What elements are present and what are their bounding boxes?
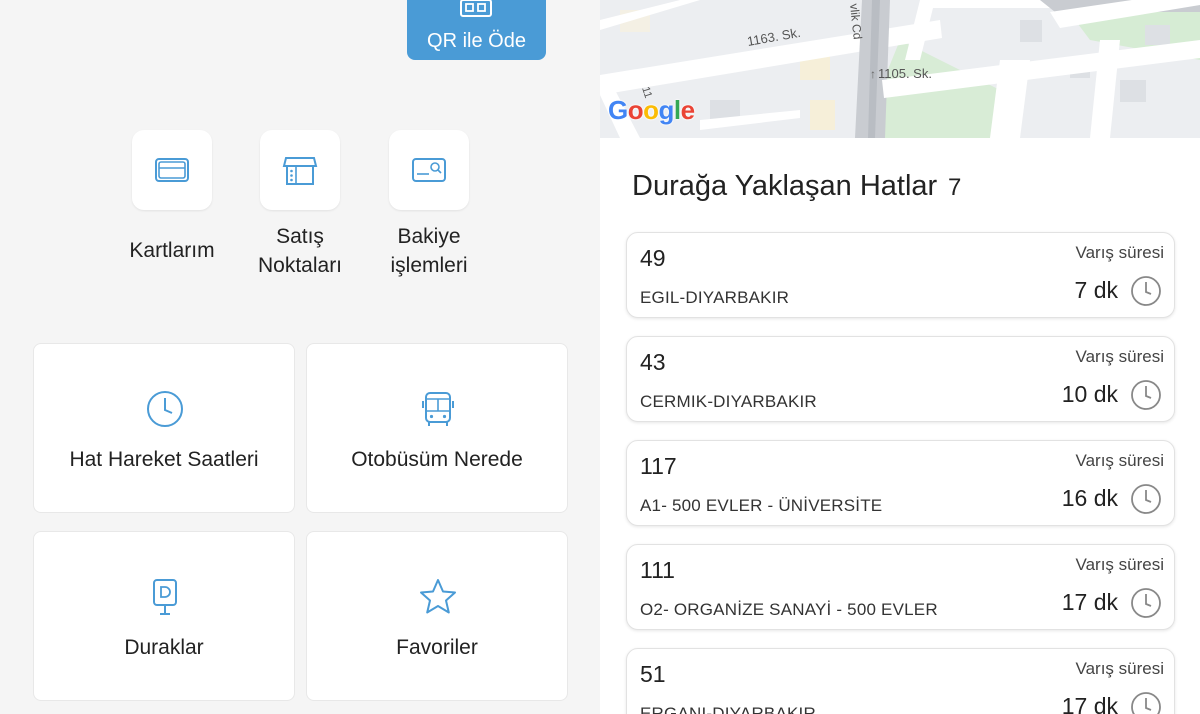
clock-icon (1131, 484, 1161, 514)
route-name: CERMIK-DIYARBAKIR (640, 392, 817, 411)
qr-scan-icon (460, 0, 492, 17)
arrival-time: 7 dk (1074, 277, 1118, 303)
star-icon (420, 579, 456, 614)
arrival-item[interactable]: 117 A1- 500 EVLER - ÜNİVERSİTE Varış sür… (626, 440, 1175, 526)
approaching-lines-title: Durağa Yaklaşan Hatlar (632, 170, 938, 202)
home-menu-panel: QR ile Öde Kartlarım Satış Noktaları Bak… (0, 0, 600, 714)
arrival-time: 10 dk (1061, 381, 1118, 407)
arrival-caption: Varış süresi (1075, 243, 1165, 262)
stops-card[interactable]: Duraklar (33, 531, 295, 701)
line-schedule-label: Hat Hareket Saatleri (69, 448, 259, 471)
clock-icon (1131, 692, 1161, 714)
clock-icon (147, 391, 183, 427)
arrival-item[interactable]: 49 EGIL-DIYARBAKIR Varış süresi 7 dk (626, 232, 1175, 318)
route-name: O2- ORGANİZE SANAYİ - 500 EVLER (640, 600, 938, 619)
line-schedule-card[interactable]: Hat Hareket Saatleri (33, 343, 295, 513)
favorites-card[interactable]: Favoriler (306, 531, 568, 701)
arrival-caption: Varış süresi (1075, 555, 1165, 574)
cards-icon (155, 158, 189, 182)
route-name: EGIL-DIYARBAKIR (640, 288, 790, 307)
route-name: A1- 500 EVLER - ÜNİVERSİTE (640, 496, 883, 515)
stop-detail-panel: 1163. Sk. 1105. Sk. vlik Cd 11 ↑ Google … (600, 0, 1200, 714)
clock-icon (1131, 588, 1161, 618)
route-number: 51 (640, 661, 666, 687)
stop-map[interactable]: 1163. Sk. 1105. Sk. vlik Cd 11 ↑ Google (600, 0, 1200, 138)
arrival-caption: Varış süresi (1075, 347, 1165, 366)
arrival-time: 17 dk (1061, 693, 1118, 714)
stops-label: Duraklar (124, 636, 204, 659)
sales-points-label: Satış Noktaları (257, 225, 343, 277)
route-name: ERGANI-DIYARBAKIR (640, 704, 816, 714)
qr-pay-label: QR ile Öde (427, 30, 526, 52)
favorites-label: Favoriler (396, 636, 478, 659)
bus-icon (422, 392, 454, 426)
route-number: 111 (640, 557, 675, 583)
approaching-lines-count: 7 (948, 174, 962, 201)
svg-text:1105. Sk.: 1105. Sk. (878, 66, 932, 81)
arrival-item[interactable]: 51 ERGANI-DIYARBAKIR Varış süresi 17 dk (626, 648, 1175, 714)
cards-tile[interactable] (132, 130, 212, 210)
where-is-my-bus-card[interactable]: Otobüsüm Nerede (306, 343, 568, 513)
arrival-caption: Varış süresi (1075, 451, 1165, 470)
balance-tile[interactable] (389, 130, 469, 210)
google-logo: Google (608, 95, 695, 125)
arrival-caption: Varış süresi (1075, 659, 1165, 678)
arrival-time: 17 dk (1061, 589, 1118, 615)
cards-label: Kartlarım (129, 239, 215, 262)
arrival-item[interactable]: 111 O2- ORGANİZE SANAYİ - 500 EVLER Varı… (626, 544, 1175, 630)
balance-label: Bakiye işlemleri (390, 225, 468, 277)
arrival-time: 16 dk (1061, 485, 1118, 511)
sales-points-tile[interactable] (260, 130, 340, 210)
store-icon (282, 157, 318, 185)
route-number: 49 (640, 245, 666, 271)
arrival-item[interactable]: 43 CERMIK-DIYARBAKIR Varış süresi 10 dk (626, 336, 1175, 422)
route-number: 43 (640, 349, 666, 375)
clock-icon (1131, 276, 1161, 306)
route-number: 117 (640, 453, 677, 479)
svg-text:↑: ↑ (870, 67, 876, 81)
where-is-my-bus-label: Otobüsüm Nerede (351, 448, 523, 471)
bus-stop-icon (153, 579, 177, 615)
qr-pay-button[interactable]: QR ile Öde (407, 0, 546, 60)
balance-card-icon (412, 158, 446, 182)
clock-icon (1131, 380, 1161, 410)
